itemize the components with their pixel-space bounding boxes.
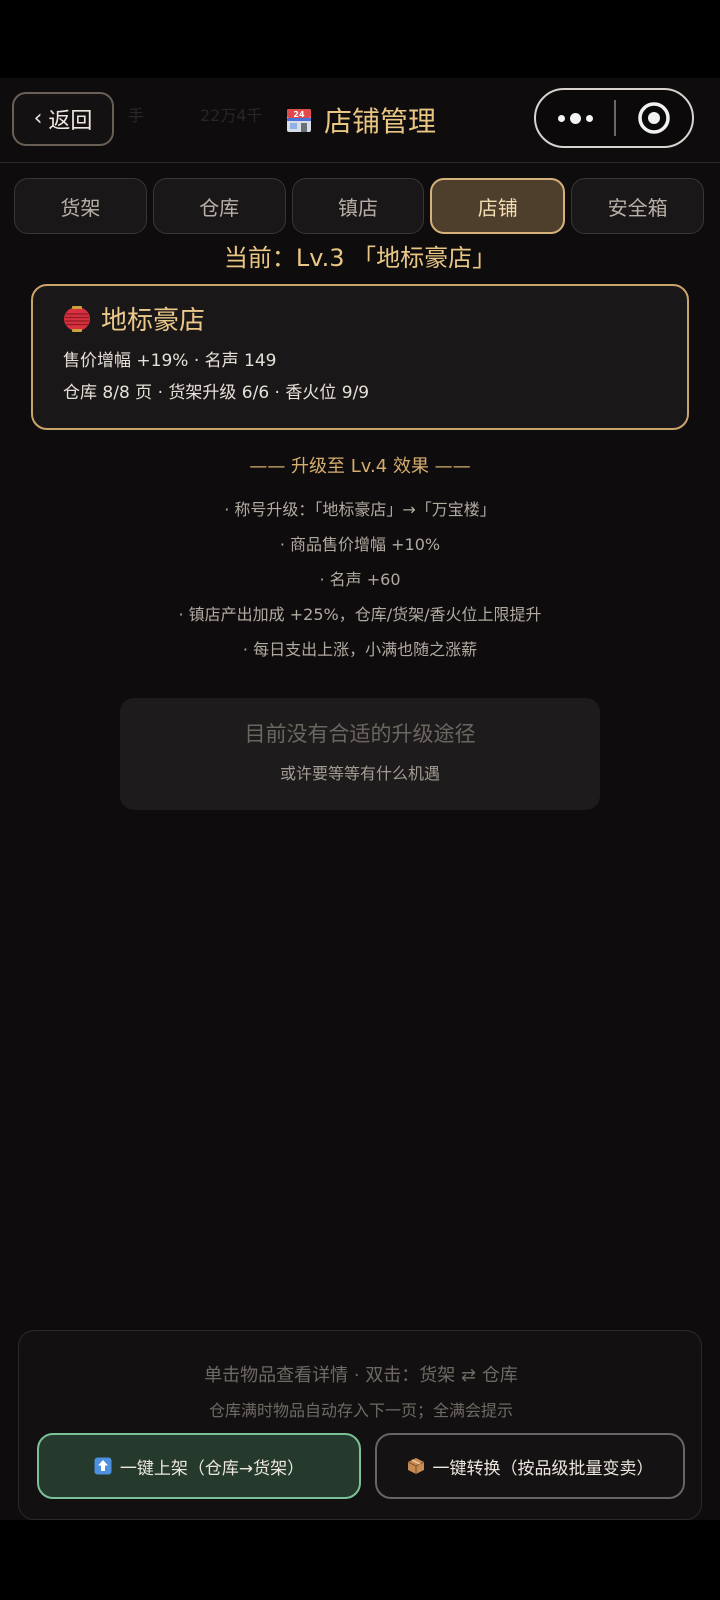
- shop-stats-line-1: 售价增幅 +19% · 名声 149: [63, 351, 277, 371]
- more-dots-icon: [557, 114, 565, 122]
- one-click-convert-button[interactable]: 一键转换（按品级批量变卖）: [375, 1433, 685, 1499]
- close-button[interactable]: [616, 90, 692, 146]
- convert-button-label: 一键转换（按品级批量变卖）: [432, 1458, 654, 1479]
- shop-name-row: 地标豪店: [63, 300, 205, 337]
- page-title: 店铺管理: [323, 105, 436, 138]
- shop-stats-line-2: 仓库 8/8 页 · 货架升级 6/6 · 香火位 9/9: [63, 383, 370, 403]
- shelve-button-label: 一键上架（仓库→货架）: [119, 1458, 305, 1479]
- more-dots-icon: [585, 114, 593, 122]
- upgrade-effect: · 每日支出上涨，小满也随之涨薪: [242, 640, 478, 659]
- tab-shop[interactable]: 店铺: [430, 178, 566, 234]
- up-arrow-box-icon: [94, 1457, 112, 1475]
- mini-program-capsule: [534, 88, 694, 148]
- no-path-title: 目前没有合适的升级途径: [244, 722, 476, 746]
- chevron-left-icon: ‹: [33, 106, 43, 131]
- no-path-subtitle: 或许要等等有什么机遇: [279, 764, 440, 783]
- svg-text:24: 24: [293, 110, 305, 119]
- header-bar: 手 22万4千 ‹ 返回 24 店铺管理: [0, 78, 720, 163]
- header-behind-text: 22万4千: [200, 106, 263, 125]
- tab-bar: 货架 仓库 镇店 店铺 安全箱: [14, 178, 704, 234]
- target-circle-icon: [638, 102, 670, 134]
- hint-text-secondary: 仓库满时物品自动存入下一页；全满会提示: [208, 1401, 513, 1420]
- tab-warehouse[interactable]: 仓库: [152, 178, 286, 234]
- bottom-action-panel: 单击物品查看详情 · 双击：货架 ⇄ 仓库 仓库满时物品自动存入下一页；全满会提…: [18, 1330, 702, 1520]
- package-icon: [407, 1458, 424, 1474]
- upgrade-heading: —— 升级至 Lv.4 效果 ——: [249, 456, 471, 477]
- upgrade-effect: · 镇店产出加成 +25%，仓库/货架/香火位上限提升: [178, 605, 542, 624]
- upgrade-effect: · 商品售价增幅 +10%: [279, 535, 441, 554]
- no-upgrade-path-notice: 目前没有合适的升级途径 或许要等等有什么机遇: [120, 698, 600, 810]
- current-level: 当前：Lv.3 「地标豪店」: [223, 244, 497, 272]
- back-button[interactable]: ‹ 返回: [12, 92, 114, 146]
- store-24-icon: 24: [286, 109, 311, 132]
- tab-shelf[interactable]: 货架: [14, 178, 147, 234]
- upgrade-effect: · 称号升级：「地标豪店」→「万宝楼」: [224, 500, 496, 519]
- one-click-shelve-button[interactable]: 一键上架（仓库→货架）: [37, 1433, 361, 1499]
- shop-name: 地标豪店: [101, 306, 206, 336]
- back-button-label: 返回: [48, 109, 93, 134]
- more-dots-icon: [569, 112, 581, 124]
- more-button[interactable]: [536, 90, 614, 146]
- hint-text: 单击物品查看详情 · 双击：货架 ⇄ 仓库: [204, 1365, 518, 1386]
- upgrade-effect: · 名声 +60: [319, 570, 401, 589]
- app-screen: 手 22万4千 ‹ 返回 24 店铺管理 货架 仓库 镇店 店铺 安全箱 当前：…: [0, 78, 720, 1520]
- red-lantern-icon: [64, 305, 90, 332]
- tab-town-treasure[interactable]: 镇店: [291, 178, 425, 234]
- header-behind-text: 手: [128, 106, 145, 125]
- tab-safe-box[interactable]: 安全箱: [571, 178, 704, 234]
- shop-card: 地标豪店 售价增幅 +19% · 名声 149 仓库 8/8 页 · 货架升级 …: [31, 284, 689, 430]
